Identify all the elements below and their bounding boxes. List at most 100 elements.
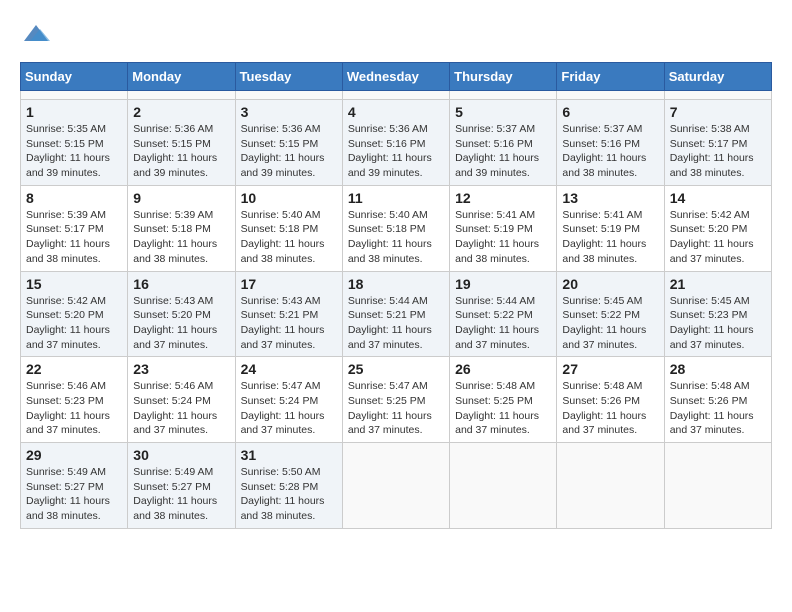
day-info: Sunrise: 5:35 AMSunset: 5:15 PMDaylight:… (26, 123, 110, 179)
day-info: Sunrise: 5:38 AMSunset: 5:17 PMDaylight:… (670, 123, 754, 179)
day-number: 25 (348, 361, 444, 377)
day-info: Sunrise: 5:39 AMSunset: 5:18 PMDaylight:… (133, 209, 217, 265)
day-number: 19 (455, 276, 551, 292)
calendar-cell-3-4: 19 Sunrise: 5:44 AMSunset: 5:22 PMDaylig… (450, 271, 557, 357)
day-info: Sunrise: 5:48 AMSunset: 5:25 PMDaylight:… (455, 380, 539, 436)
calendar-cell-5-5 (557, 443, 664, 529)
calendar-cell-0-1 (128, 91, 235, 100)
calendar-cell-0-0 (21, 91, 128, 100)
calendar-header-thursday: Thursday (450, 63, 557, 91)
day-number: 21 (670, 276, 766, 292)
calendar-cell-1-0: 1 Sunrise: 5:35 AMSunset: 5:15 PMDayligh… (21, 100, 128, 186)
calendar-header-sunday: Sunday (21, 63, 128, 91)
calendar-week-5: 29 Sunrise: 5:49 AMSunset: 5:27 PMDaylig… (21, 443, 772, 529)
calendar-cell-4-5: 27 Sunrise: 5:48 AMSunset: 5:26 PMDaylig… (557, 357, 664, 443)
day-number: 27 (562, 361, 658, 377)
day-number: 16 (133, 276, 229, 292)
day-number: 20 (562, 276, 658, 292)
calendar-cell-4-0: 22 Sunrise: 5:46 AMSunset: 5:23 PMDaylig… (21, 357, 128, 443)
day-info: Sunrise: 5:40 AMSunset: 5:18 PMDaylight:… (348, 209, 432, 265)
calendar-cell-1-6: 7 Sunrise: 5:38 AMSunset: 5:17 PMDayligh… (664, 100, 771, 186)
day-info: Sunrise: 5:49 AMSunset: 5:27 PMDaylight:… (133, 466, 217, 522)
calendar-cell-5-1: 30 Sunrise: 5:49 AMSunset: 5:27 PMDaylig… (128, 443, 235, 529)
calendar-cell-2-6: 14 Sunrise: 5:42 AMSunset: 5:20 PMDaylig… (664, 185, 771, 271)
calendar-cell-5-2: 31 Sunrise: 5:50 AMSunset: 5:28 PMDaylig… (235, 443, 342, 529)
day-info: Sunrise: 5:49 AMSunset: 5:27 PMDaylight:… (26, 466, 110, 522)
calendar-cell-4-3: 25 Sunrise: 5:47 AMSunset: 5:25 PMDaylig… (342, 357, 449, 443)
day-info: Sunrise: 5:45 AMSunset: 5:23 PMDaylight:… (670, 295, 754, 351)
logo-icon (22, 23, 50, 43)
calendar-cell-4-4: 26 Sunrise: 5:48 AMSunset: 5:25 PMDaylig… (450, 357, 557, 443)
day-info: Sunrise: 5:43 AMSunset: 5:21 PMDaylight:… (241, 295, 325, 351)
day-info: Sunrise: 5:37 AMSunset: 5:16 PMDaylight:… (562, 123, 646, 179)
day-number: 2 (133, 104, 229, 120)
day-info: Sunrise: 5:44 AMSunset: 5:22 PMDaylight:… (455, 295, 539, 351)
calendar-cell-3-6: 21 Sunrise: 5:45 AMSunset: 5:23 PMDaylig… (664, 271, 771, 357)
day-info: Sunrise: 5:36 AMSunset: 5:15 PMDaylight:… (241, 123, 325, 179)
calendar-cell-1-3: 4 Sunrise: 5:36 AMSunset: 5:16 PMDayligh… (342, 100, 449, 186)
calendar-cell-5-4 (450, 443, 557, 529)
day-number: 5 (455, 104, 551, 120)
calendar-cell-4-2: 24 Sunrise: 5:47 AMSunset: 5:24 PMDaylig… (235, 357, 342, 443)
day-info: Sunrise: 5:36 AMSunset: 5:15 PMDaylight:… (133, 123, 217, 179)
day-number: 4 (348, 104, 444, 120)
day-number: 31 (241, 447, 337, 463)
calendar: SundayMondayTuesdayWednesdayThursdayFrid… (20, 62, 772, 529)
calendar-cell-1-2: 3 Sunrise: 5:36 AMSunset: 5:15 PMDayligh… (235, 100, 342, 186)
calendar-cell-5-0: 29 Sunrise: 5:49 AMSunset: 5:27 PMDaylig… (21, 443, 128, 529)
day-number: 3 (241, 104, 337, 120)
day-info: Sunrise: 5:44 AMSunset: 5:21 PMDaylight:… (348, 295, 432, 351)
calendar-cell-1-4: 5 Sunrise: 5:37 AMSunset: 5:16 PMDayligh… (450, 100, 557, 186)
calendar-cell-4-1: 23 Sunrise: 5:46 AMSunset: 5:24 PMDaylig… (128, 357, 235, 443)
calendar-week-0 (21, 91, 772, 100)
calendar-cell-1-1: 2 Sunrise: 5:36 AMSunset: 5:15 PMDayligh… (128, 100, 235, 186)
calendar-cell-2-5: 13 Sunrise: 5:41 AMSunset: 5:19 PMDaylig… (557, 185, 664, 271)
day-number: 12 (455, 190, 551, 206)
day-info: Sunrise: 5:48 AMSunset: 5:26 PMDaylight:… (670, 380, 754, 436)
calendar-header-wednesday: Wednesday (342, 63, 449, 91)
calendar-cell-0-2 (235, 91, 342, 100)
day-info: Sunrise: 5:43 AMSunset: 5:20 PMDaylight:… (133, 295, 217, 351)
day-number: 26 (455, 361, 551, 377)
calendar-cell-0-3 (342, 91, 449, 100)
day-number: 9 (133, 190, 229, 206)
calendar-header-monday: Monday (128, 63, 235, 91)
day-info: Sunrise: 5:50 AMSunset: 5:28 PMDaylight:… (241, 466, 325, 522)
day-info: Sunrise: 5:47 AMSunset: 5:24 PMDaylight:… (241, 380, 325, 436)
day-number: 18 (348, 276, 444, 292)
calendar-cell-3-2: 17 Sunrise: 5:43 AMSunset: 5:21 PMDaylig… (235, 271, 342, 357)
logo (20, 20, 50, 46)
day-info: Sunrise: 5:36 AMSunset: 5:16 PMDaylight:… (348, 123, 432, 179)
calendar-cell-5-3 (342, 443, 449, 529)
calendar-cell-3-1: 16 Sunrise: 5:43 AMSunset: 5:20 PMDaylig… (128, 271, 235, 357)
day-info: Sunrise: 5:40 AMSunset: 5:18 PMDaylight:… (241, 209, 325, 265)
calendar-cell-3-5: 20 Sunrise: 5:45 AMSunset: 5:22 PMDaylig… (557, 271, 664, 357)
calendar-cell-2-3: 11 Sunrise: 5:40 AMSunset: 5:18 PMDaylig… (342, 185, 449, 271)
calendar-cell-4-6: 28 Sunrise: 5:48 AMSunset: 5:26 PMDaylig… (664, 357, 771, 443)
day-info: Sunrise: 5:41 AMSunset: 5:19 PMDaylight:… (455, 209, 539, 265)
calendar-cell-2-2: 10 Sunrise: 5:40 AMSunset: 5:18 PMDaylig… (235, 185, 342, 271)
day-number: 29 (26, 447, 122, 463)
day-info: Sunrise: 5:46 AMSunset: 5:24 PMDaylight:… (133, 380, 217, 436)
calendar-cell-3-0: 15 Sunrise: 5:42 AMSunset: 5:20 PMDaylig… (21, 271, 128, 357)
day-info: Sunrise: 5:47 AMSunset: 5:25 PMDaylight:… (348, 380, 432, 436)
day-info: Sunrise: 5:39 AMSunset: 5:17 PMDaylight:… (26, 209, 110, 265)
calendar-header-tuesday: Tuesday (235, 63, 342, 91)
calendar-cell-3-3: 18 Sunrise: 5:44 AMSunset: 5:21 PMDaylig… (342, 271, 449, 357)
day-number: 23 (133, 361, 229, 377)
calendar-cell-5-6 (664, 443, 771, 529)
calendar-body: 1 Sunrise: 5:35 AMSunset: 5:15 PMDayligh… (21, 91, 772, 529)
day-number: 6 (562, 104, 658, 120)
day-number: 22 (26, 361, 122, 377)
day-number: 15 (26, 276, 122, 292)
day-number: 30 (133, 447, 229, 463)
calendar-cell-2-4: 12 Sunrise: 5:41 AMSunset: 5:19 PMDaylig… (450, 185, 557, 271)
calendar-cell-2-1: 9 Sunrise: 5:39 AMSunset: 5:18 PMDayligh… (128, 185, 235, 271)
day-info: Sunrise: 5:42 AMSunset: 5:20 PMDaylight:… (670, 209, 754, 265)
day-info: Sunrise: 5:48 AMSunset: 5:26 PMDaylight:… (562, 380, 646, 436)
calendar-header-row: SundayMondayTuesdayWednesdayThursdayFrid… (21, 63, 772, 91)
calendar-cell-0-4 (450, 91, 557, 100)
calendar-cell-1-5: 6 Sunrise: 5:37 AMSunset: 5:16 PMDayligh… (557, 100, 664, 186)
day-number: 11 (348, 190, 444, 206)
calendar-week-3: 15 Sunrise: 5:42 AMSunset: 5:20 PMDaylig… (21, 271, 772, 357)
